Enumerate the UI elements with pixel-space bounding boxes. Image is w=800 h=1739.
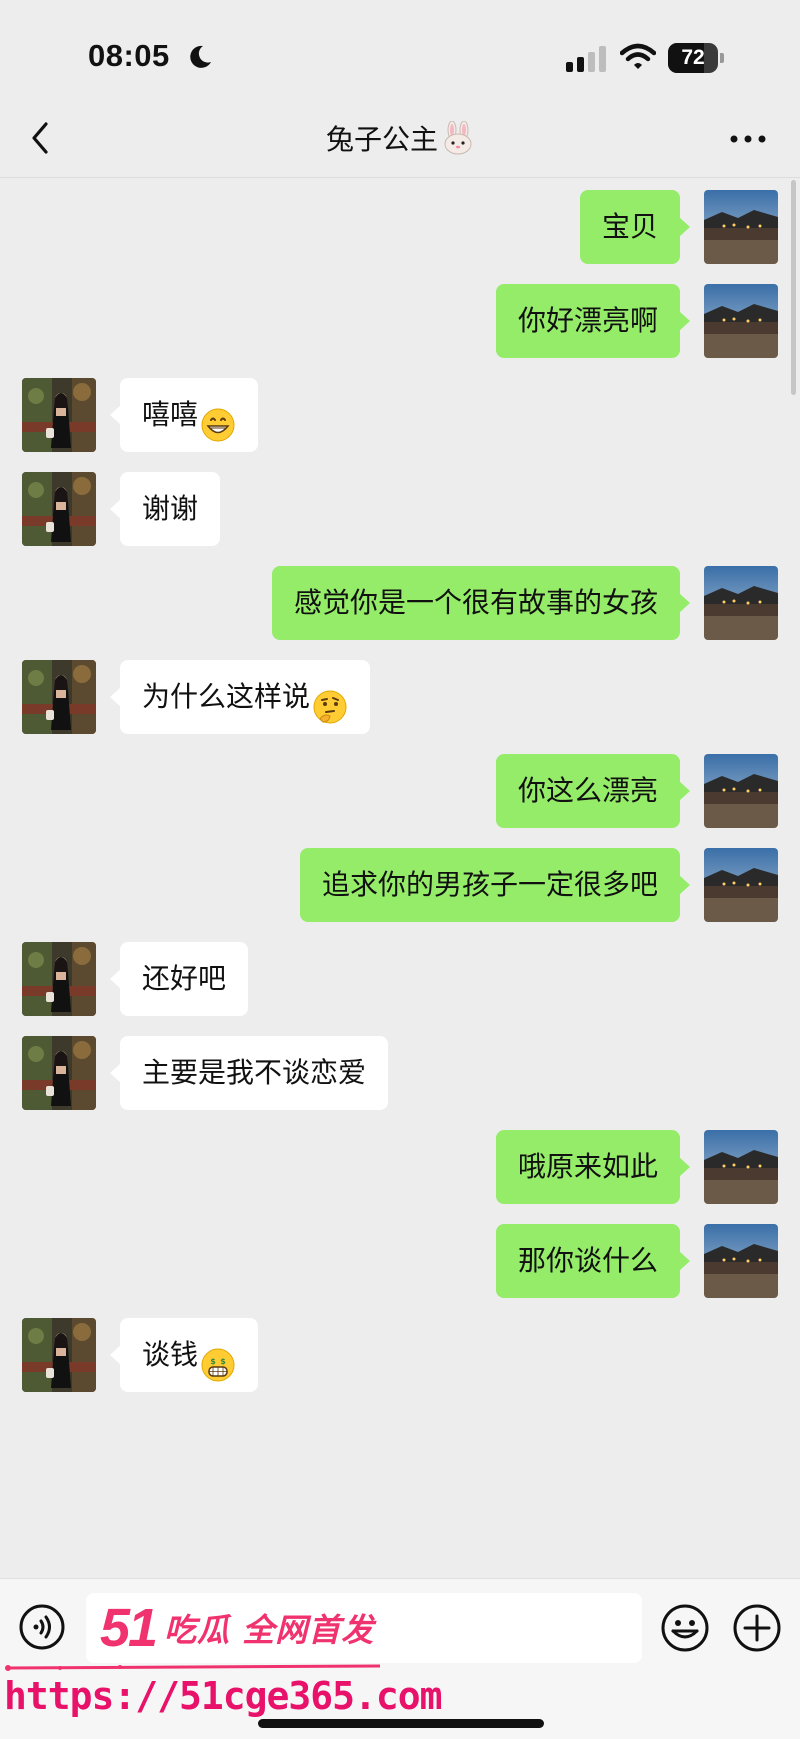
message-row: 那你谈什么 — [0, 1224, 800, 1298]
chevron-left-icon[interactable] — [26, 118, 56, 158]
cellular-signal-icon — [566, 46, 606, 72]
status-time: 08:05 — [88, 38, 170, 73]
home-indicator — [258, 1719, 544, 1728]
message-row: 还好吧 — [0, 942, 800, 1016]
my-avatar[interactable] — [704, 566, 778, 640]
message-text: 你这么漂亮 — [517, 774, 658, 807]
message-text: 感觉你是一个很有故事的女孩 — [293, 586, 658, 619]
voice-icon[interactable] — [18, 1603, 66, 1651]
smiley-icon[interactable] — [660, 1603, 710, 1653]
outgoing-message-bubble[interactable]: 哦原来如此 — [495, 1130, 691, 1204]
watermark-logo: 51 吃瓜 全网首发 — [100, 1598, 374, 1658]
chat-title: 兔子公主 — [200, 118, 600, 158]
more-dots-icon[interactable] — [728, 132, 768, 146]
watermark-underline — [5, 1664, 381, 1671]
my-avatar[interactable] — [704, 1130, 778, 1204]
my-avatar[interactable] — [704, 848, 778, 922]
incoming-message-bubble[interactable]: 谢谢 — [109, 472, 221, 546]
message-text: 主要是我不谈恋爱 — [142, 1056, 367, 1089]
contact-avatar[interactable] — [22, 1318, 96, 1392]
message-row: 感觉你是一个很有故事的女孩 — [0, 566, 800, 640]
grinning-face-icon — [200, 397, 236, 442]
bunny-face-icon — [444, 121, 472, 155]
my-avatar[interactable] — [704, 1224, 778, 1298]
message-text: 谢谢 — [142, 492, 199, 525]
message-row: 嘻嘻 — [0, 378, 800, 452]
watermark-url: https://51cge365.com — [4, 1674, 443, 1718]
message-text: 还好吧 — [142, 962, 227, 995]
outgoing-message-bubble[interactable]: 那你谈什么 — [495, 1224, 691, 1298]
thinking-face-icon — [312, 679, 348, 724]
outgoing-message-bubble[interactable]: 宝贝 — [579, 190, 691, 264]
wifi-icon — [620, 43, 656, 69]
message-text: 追求你的男孩子一定很多吧 — [321, 868, 658, 901]
outgoing-message-bubble[interactable]: 追求你的男孩子一定很多吧 — [299, 848, 691, 922]
contact-avatar[interactable] — [22, 472, 96, 546]
battery-indicator: 72 — [668, 43, 724, 73]
chat-header: 兔子公主 — [0, 100, 800, 178]
message-row: 谈钱 $ $ — [0, 1318, 800, 1392]
message-text: 那你谈什么 — [517, 1244, 658, 1277]
message-text: 为什么这样说 — [142, 680, 311, 713]
message-text: 宝贝 — [601, 210, 658, 243]
outgoing-message-bubble[interactable]: 你好漂亮啊 — [495, 284, 691, 358]
incoming-message-bubble[interactable]: 为什么这样说 — [109, 660, 371, 734]
incoming-message-bubble[interactable]: 主要是我不谈恋爱 — [109, 1036, 389, 1110]
watermark-number: 51 — [100, 1598, 158, 1658]
message-text: 哦原来如此 — [517, 1150, 658, 1183]
battery-level: 72 — [681, 46, 705, 69]
my-avatar[interactable] — [704, 190, 778, 264]
plus-circle-icon[interactable] — [732, 1603, 782, 1653]
message-text: 你好漂亮啊 — [517, 304, 658, 337]
contact-avatar[interactable] — [22, 1036, 96, 1110]
message-row: 宝贝 — [0, 190, 800, 264]
outgoing-message-bubble[interactable]: 感觉你是一个很有故事的女孩 — [271, 566, 691, 640]
status-bar: 08:05 72 — [0, 0, 800, 100]
message-row: 谢谢 — [0, 472, 800, 546]
message-row: 你这么漂亮 — [0, 754, 800, 828]
incoming-message-bubble[interactable]: 嘻嘻 — [109, 378, 259, 452]
moon-icon — [190, 45, 211, 68]
message-text: 谈钱 — [142, 1338, 199, 1371]
message-text: 嘻嘻 — [142, 398, 199, 431]
outgoing-message-bubble[interactable]: 你这么漂亮 — [495, 754, 691, 828]
message-row: 追求你的男孩子一定很多吧 — [0, 848, 800, 922]
contact-avatar[interactable] — [22, 378, 96, 452]
chat-title-text: 兔子公主 — [325, 123, 438, 156]
incoming-message-bubble[interactable]: 谈钱 $ $ — [109, 1318, 259, 1392]
my-avatar[interactable] — [704, 284, 778, 358]
contact-avatar[interactable] — [22, 942, 96, 1016]
watermark-text: 吃瓜 全网首发 — [164, 1611, 375, 1649]
message-row: 主要是我不谈恋爱 — [0, 1036, 800, 1110]
message-row: 哦原来如此 — [0, 1130, 800, 1204]
contact-avatar[interactable] — [22, 660, 96, 734]
my-avatar[interactable] — [704, 754, 778, 828]
money-mouth-face-icon: $ $ — [200, 1337, 236, 1382]
svg-text:$: $ — [220, 1357, 226, 1366]
message-row: 你好漂亮啊 — [0, 284, 800, 358]
svg-text:$: $ — [210, 1357, 216, 1366]
message-row: 为什么这样说 — [0, 660, 800, 734]
incoming-message-bubble[interactable]: 还好吧 — [109, 942, 249, 1016]
